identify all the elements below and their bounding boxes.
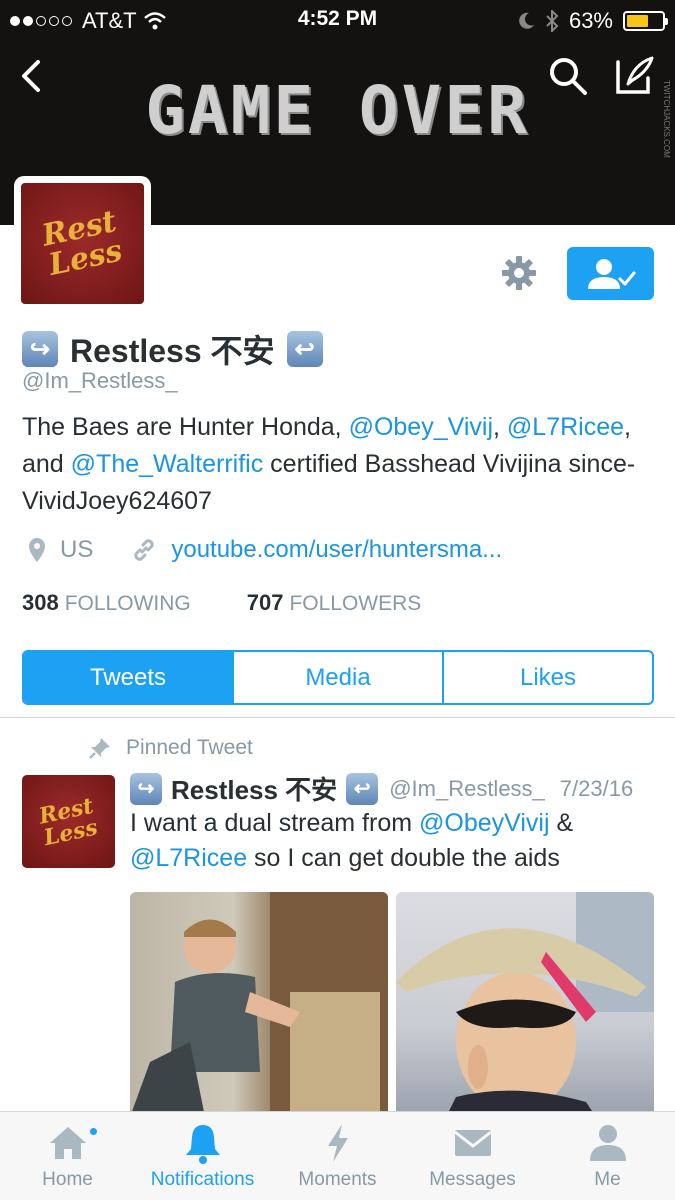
tweet-photo-2[interactable] (396, 892, 654, 1117)
compose-icon[interactable] (612, 54, 656, 96)
return-arrow-emoji-icon: ↩ (286, 331, 323, 367)
tabbar-messages[interactable]: Messages (405, 1112, 540, 1200)
tweet-text-part: so I can get double the aids (247, 844, 560, 872)
battery-percent: 63% (568, 8, 613, 33)
tabbar-label: Notifications (150, 1169, 255, 1190)
tabbar-label: Me (594, 1169, 621, 1190)
tweet-text-part: I want a dual stream from (130, 809, 420, 837)
tweet-author-handle: @Im_Restless_ (389, 775, 545, 801)
bio-mention-link[interactable]: @L7Ricee (507, 413, 624, 441)
bottom-tab-bar: Home Notifications Moments Messages Me (0, 1111, 675, 1200)
tab-tweets[interactable]: Tweets (24, 652, 232, 703)
tweet-mention-link[interactable]: @ObeyVivij (419, 809, 550, 837)
battery-icon (623, 11, 668, 31)
photo-person-dancing (130, 892, 388, 1117)
person-icon (589, 1125, 626, 1161)
left-arrow-emoji-icon: ↪ (130, 772, 162, 805)
tabbar-moments[interactable]: Moments (270, 1112, 405, 1200)
bio-mention-link[interactable]: @Obey_Vivij (349, 413, 493, 441)
back-icon[interactable] (14, 56, 54, 96)
profile-meta: US youtube.com/user/huntersma... (28, 536, 502, 564)
following-label: FOLLOWING (64, 592, 191, 615)
return-arrow-emoji-icon: ↩ (346, 772, 379, 805)
profile-avatar[interactable]: Rest Less (14, 176, 151, 310)
moon-icon (519, 12, 534, 29)
tweet-photo-1[interactable] (130, 892, 388, 1117)
bio-text: , (493, 413, 500, 441)
profile-handle: @Im_Restless_ (22, 368, 178, 393)
avatar-image: Rest Less (21, 183, 144, 304)
link-icon (134, 539, 155, 561)
profile-website-link[interactable]: youtube.com/user/huntersma... (171, 536, 502, 564)
pin-icon (89, 738, 110, 759)
bio-text: The Baes are Hunter Honda, (22, 413, 349, 441)
tweet-avatar[interactable]: Rest Less (22, 775, 115, 868)
following-count-link[interactable]: 308 FOLLOWING (22, 590, 191, 616)
followers-label: FOLLOWERS (289, 592, 422, 615)
location-pin-icon (29, 538, 45, 562)
tab-likes[interactable]: Likes (442, 652, 652, 703)
photo-person-hat (396, 892, 654, 1117)
envelope-icon (453, 1130, 492, 1156)
bell-icon (185, 1125, 220, 1164)
profile-display-name: Restless 不安 (70, 333, 275, 369)
tabbar-label: Moments (298, 1169, 377, 1190)
avatar-logo-text: Rest Less (36, 792, 101, 851)
banner-watermark: TWITCHJACKS.COM (662, 80, 671, 158)
gear-icon[interactable] (500, 254, 538, 292)
profile-name-row: ↪ Restless 不安 ↩ (22, 326, 323, 372)
user-check-icon (587, 258, 635, 289)
status-bar: AT&T 4:52 PM 63% (0, 0, 675, 40)
lightning-icon (327, 1124, 348, 1162)
tabbar-home[interactable]: Home (0, 1112, 135, 1200)
bio-mention-link[interactable]: @The_Walterrific (71, 450, 264, 478)
followers-count-link[interactable]: 707 FOLLOWERS (247, 590, 422, 616)
following-button[interactable] (567, 247, 654, 300)
pinned-label-text: Pinned Tweet (126, 736, 253, 759)
tabbar-label: Home (42, 1169, 93, 1190)
left-arrow-emoji-icon: ↪ (22, 331, 58, 367)
followers-count: 707 (246, 590, 284, 615)
unread-dot (88, 1126, 99, 1137)
tweet-header: ↪ Restless 不安 ↩ @Im_Restless_ 7/23/16 (130, 770, 633, 807)
profile-counts: 308 FOLLOWING 707 FOLLOWERS (22, 590, 421, 616)
avatar-logo-text: Rest Less (39, 203, 126, 283)
profile-tabs: Tweets Media Likes (22, 650, 654, 705)
tweet-date: 7/23/16 (559, 775, 634, 801)
tweet-text: I want a dual stream from @ObeyVivij & @… (130, 806, 650, 876)
location-text: US (60, 536, 94, 563)
search-icon[interactable] (548, 56, 588, 96)
tab-media[interactable]: Media (232, 652, 442, 703)
tabbar-me[interactable]: Me (540, 1112, 675, 1200)
tabbar-label: Messages (429, 1169, 516, 1190)
tweet-author-name[interactable]: Restless 不安 (171, 770, 337, 807)
tweet-mention-link[interactable]: @L7Ricee (130, 844, 247, 872)
bluetooth-icon (546, 10, 559, 32)
home-icon (49, 1127, 86, 1159)
tabbar-notifications[interactable]: Notifications (135, 1112, 270, 1200)
profile-bio: The Baes are Hunter Honda, @Obey_Vivij, … (22, 409, 652, 520)
pinned-tweet-label: Pinned Tweet (88, 736, 253, 760)
divider (0, 717, 675, 718)
tweet-text-part: & (549, 809, 574, 837)
following-count: 308 (22, 590, 59, 615)
